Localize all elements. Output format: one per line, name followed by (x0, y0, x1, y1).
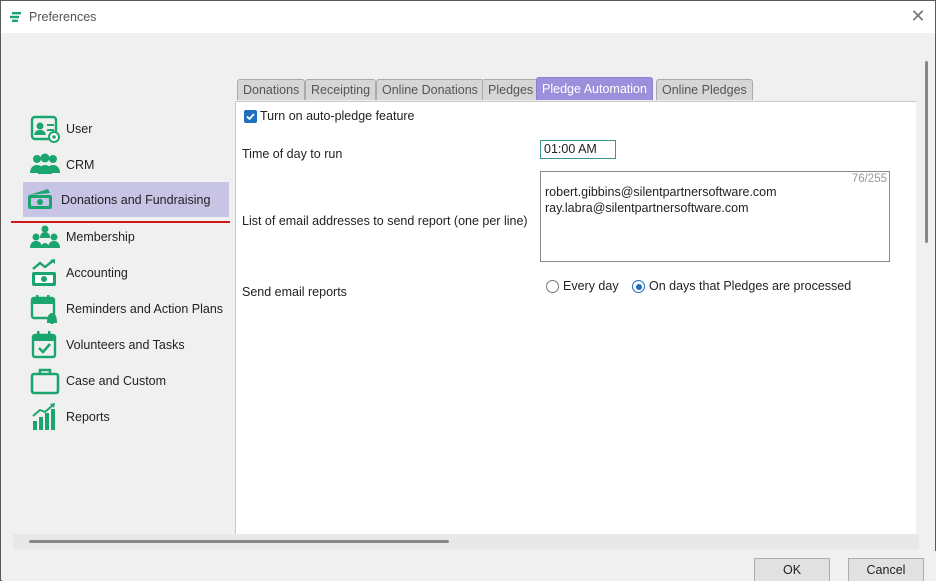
sidebar-item-volunteers[interactable]: Volunteers and Tasks (23, 327, 229, 362)
time-input[interactable]: 01:00 AM (540, 140, 616, 159)
sidebar-item-label: Membership (66, 229, 135, 244)
sidebar-item-label: CRM (66, 157, 95, 172)
preferences-window: Preferences ✕ User CRM Donations and Fun… (0, 0, 936, 581)
money-hand-icon (26, 185, 56, 215)
sidebar-item-case-custom[interactable]: Case and Custom (23, 363, 229, 398)
close-icon[interactable]: ✕ (909, 7, 927, 25)
checkmark-icon (246, 113, 255, 121)
radio-every-day-label[interactable]: Every day (563, 279, 619, 293)
email-list-label: List of email addresses to send report (… (242, 214, 528, 228)
auto-pledge-label[interactable]: Turn on auto-pledge feature (260, 109, 415, 123)
cancel-button[interactable]: Cancel (848, 558, 924, 581)
bar-chart-icon (30, 402, 60, 432)
character-count: 76/255 (851, 173, 887, 185)
title-bar: Preferences ✕ (1, 1, 935, 33)
sidebar-item-accounting[interactable]: Accounting (23, 255, 229, 290)
tab-online-donations[interactable]: Online Donations (376, 79, 484, 100)
radio-pledge-days[interactable] (632, 280, 645, 293)
sidebar-item-label: Reminders and Action Plans (66, 301, 224, 316)
tab-receipting[interactable]: Receipting (305, 79, 377, 100)
send-reports-label: Send email reports (242, 285, 347, 299)
ok-button[interactable]: OK (754, 558, 830, 581)
sidebar-item-label: Donations and Fundraising (61, 192, 211, 207)
sidebar-item-reports[interactable]: Reports (23, 399, 229, 434)
auto-pledge-checkbox[interactable] (244, 110, 257, 123)
calendar-bell-icon (30, 294, 60, 324)
sidebar-item-label: Accounting (66, 265, 128, 280)
radio-pledge-days-label[interactable]: On days that Pledges are processed (649, 279, 851, 293)
sidebar-item-user[interactable]: User (23, 111, 229, 146)
sidebar-item-donations-fundraising[interactable]: Donations and Fundraising (23, 182, 229, 217)
email-list-textarea[interactable]: 76/255 robert.gibbins@silentpartnersoftw… (540, 171, 890, 262)
radio-every-day[interactable] (546, 280, 559, 293)
accounting-icon (30, 258, 60, 288)
time-label: Time of day to run (242, 147, 343, 161)
app-logo-icon (10, 12, 21, 22)
tab-donations[interactable]: Donations (237, 79, 306, 100)
pledge-automation-panel (235, 101, 916, 534)
window-title: Preferences (29, 10, 97, 24)
selection-underline (11, 221, 230, 223)
sidebar-item-label: Reports (66, 409, 110, 424)
sidebar-item-reminders[interactable]: Reminders and Action Plans (23, 291, 229, 326)
sidebar-item-label: Case and Custom (66, 373, 167, 388)
user-card-icon (30, 114, 60, 144)
calendar-check-icon (30, 330, 60, 360)
tab-pledge-automation[interactable]: Pledge Automation (536, 77, 653, 100)
horizontal-scroll-thumb[interactable] (29, 540, 449, 543)
sidebar-item-label: User (66, 121, 93, 136)
vertical-scrollbar[interactable] (921, 45, 935, 535)
horizontal-scrollbar[interactable] (13, 534, 919, 549)
briefcase-icon (30, 366, 60, 396)
tab-pledges[interactable]: Pledges (482, 79, 540, 100)
sidebar-item-crm[interactable]: CRM (23, 147, 229, 182)
tab-online-pledges[interactable]: Online Pledges (656, 79, 753, 100)
email-line: robert.gibbins@silentpartnersoftware.com (545, 185, 777, 199)
membership-icon (30, 222, 60, 252)
email-line: ray.labra@silentpartnersoftware.com (545, 201, 749, 215)
people-icon (30, 150, 60, 180)
sidebar-item-label: Volunteers and Tasks (66, 337, 185, 352)
sidebar-item-membership[interactable]: Membership (23, 219, 229, 254)
vertical-scroll-thumb[interactable] (925, 61, 928, 243)
